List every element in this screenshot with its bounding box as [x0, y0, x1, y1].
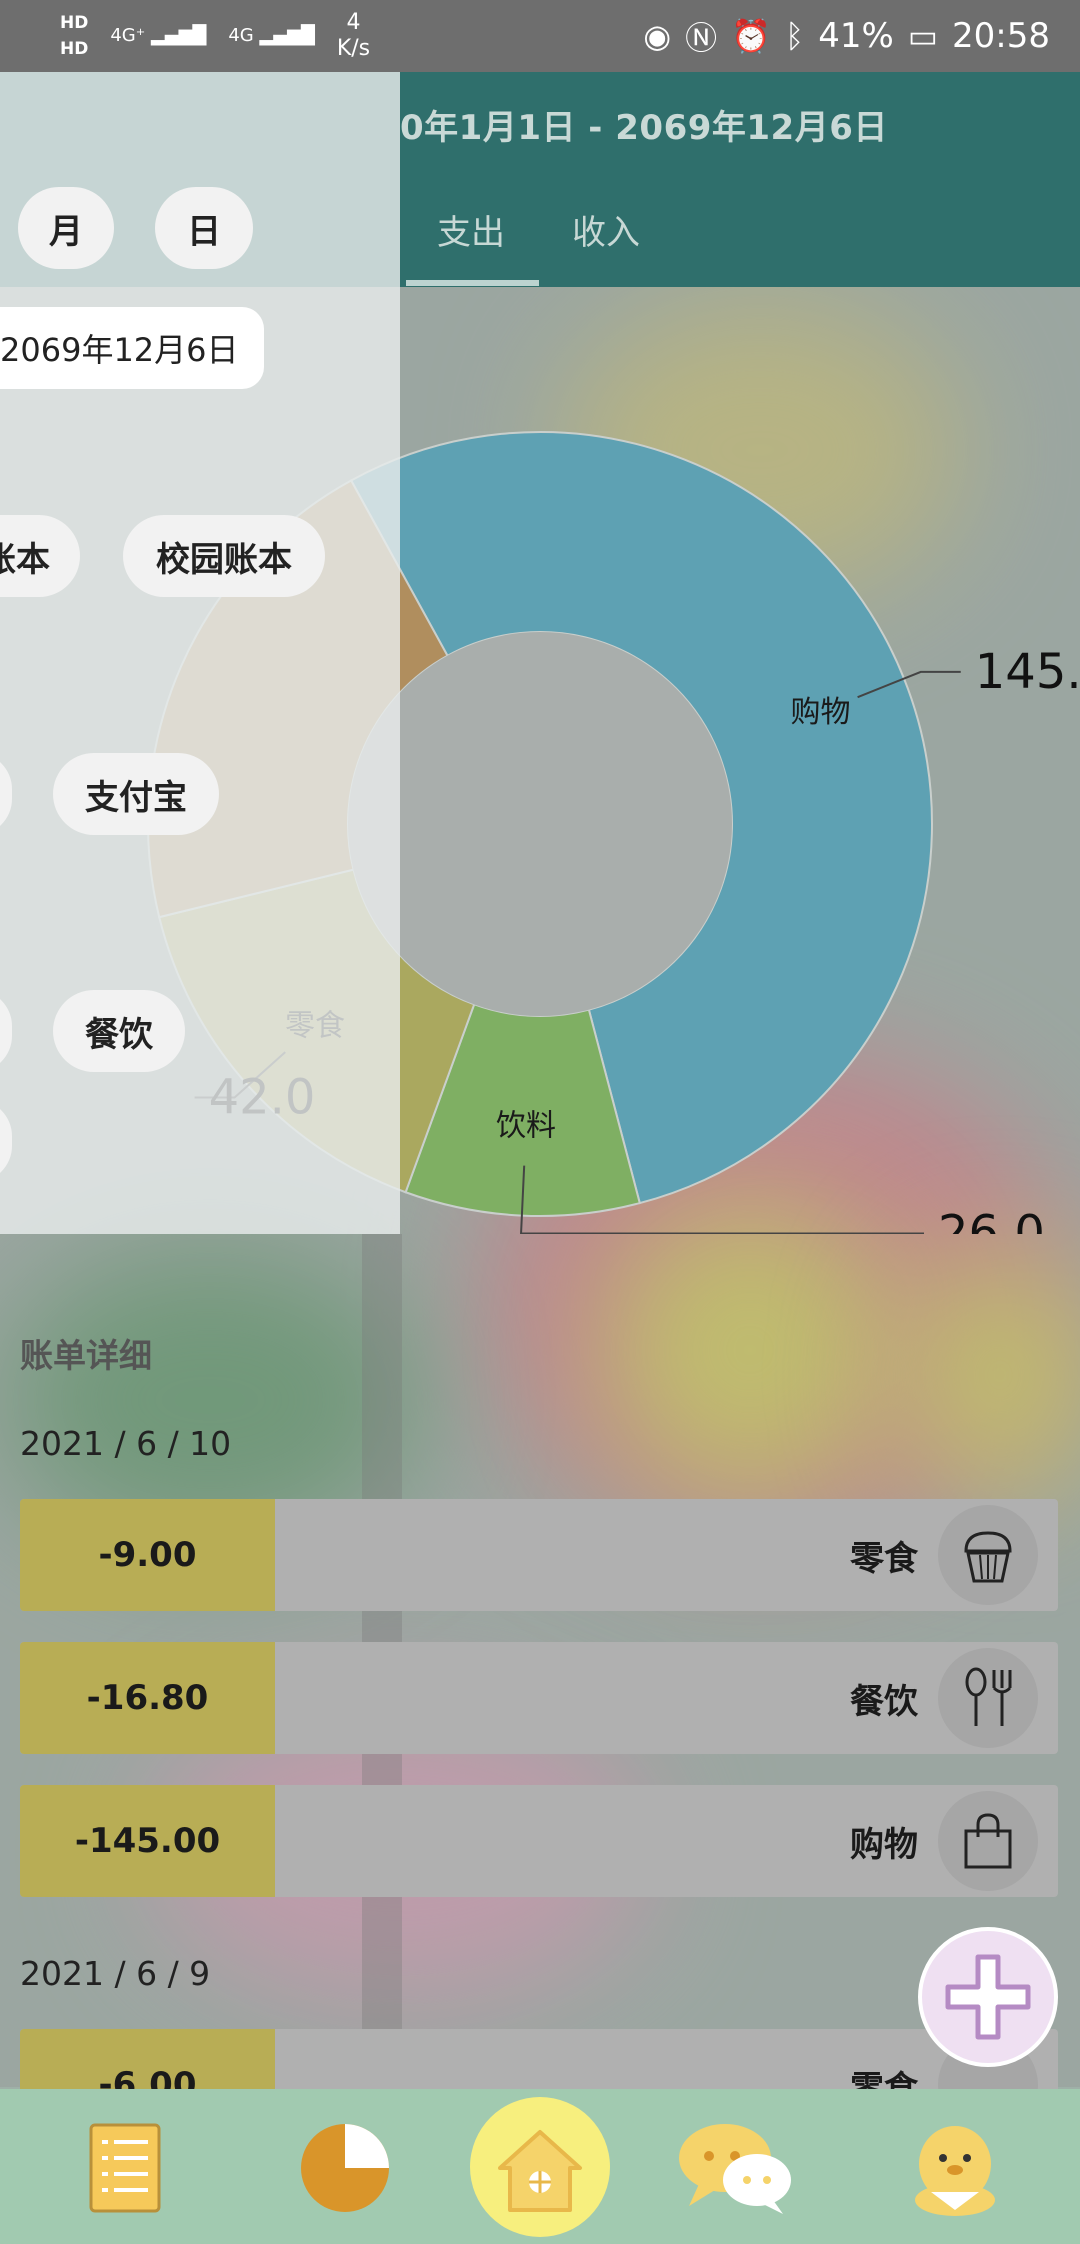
network-speed: 4 K/s	[337, 10, 370, 62]
tab-active-indicator	[406, 280, 539, 286]
nav-home[interactable]	[490, 2120, 590, 2220]
bill-amount: -9.00	[20, 1499, 275, 1611]
slice-label: 购物	[790, 695, 850, 730]
filter-drawer: 月 日 2069年12月6日 账本 校园账本 支付宝 餐饮	[0, 72, 400, 1234]
category-chip-dining[interactable]: 餐饮	[53, 990, 185, 1072]
shopping-bag-icon	[938, 1791, 1038, 1891]
period-chip-month[interactable]: 月	[18, 187, 114, 269]
account-chip-partial[interactable]	[0, 753, 12, 835]
period-chip-day[interactable]: 日	[155, 187, 253, 269]
bill-amount: -16.80	[20, 1642, 275, 1754]
donut-hole	[348, 632, 732, 1016]
utensils-icon	[938, 1648, 1038, 1748]
book-chip-default[interactable]: 账本	[0, 515, 80, 597]
battery-percent: 41%	[818, 16, 894, 56]
nav-chat[interactable]	[672, 2115, 797, 2220]
speed-unit: K/s	[336, 36, 371, 61]
bill-category: 购物	[850, 1824, 918, 1865]
status-right: ◉ Ⓝ ⏰ ᛒ 41% ▭ 20:58	[643, 13, 1050, 59]
hd-icon: HD	[60, 39, 89, 59]
hd-icon: HD	[60, 13, 89, 33]
value-label: 26.0	[938, 1206, 1045, 1234]
end-date-field[interactable]: 2069年12月6日	[0, 307, 264, 389]
alarm-icon: ⏰	[731, 17, 771, 55]
signal-icon: 4G ▂▄▆█	[228, 25, 315, 46]
category-chip-partial[interactable]	[0, 990, 12, 1072]
bill-list-title: 账单详细	[20, 1336, 152, 1375]
slice-label: 饮料	[496, 1109, 556, 1144]
bill-category: 餐饮	[850, 1681, 918, 1722]
bluetooth-icon: ᛒ	[785, 17, 805, 55]
battery-icon: ▭	[907, 17, 939, 55]
status-bar: HD HD 4G⁺ ▂▄▆█ 4G ▂▄▆█ 4 K/s ◉ Ⓝ ⏰ ᛒ 41%…	[0, 0, 1080, 72]
list-icon	[89, 2123, 161, 2212]
cupcake-icon	[938, 1505, 1038, 1605]
status-left: HD HD 4G⁺ ▂▄▆█ 4G ▂▄▆█ 4 K/s	[60, 10, 370, 62]
category-chip-partial[interactable]	[0, 1100, 12, 1182]
bill-row[interactable]: -145.00 购物	[20, 1785, 1058, 1897]
bill-date: 2021 / 6 / 10	[20, 1424, 232, 1463]
nfc-icon: Ⓝ	[685, 19, 718, 57]
bill-amount: -145.00	[20, 1785, 275, 1897]
add-bill-button[interactable]	[918, 1927, 1058, 2067]
clock: 20:58	[952, 16, 1050, 56]
nav-profile[interactable]	[905, 2115, 1005, 2220]
pie-chart-icon	[301, 2123, 389, 2212]
nav-list[interactable]	[75, 2115, 175, 2220]
mascot-icon	[915, 2125, 995, 2216]
bill-row[interactable]: -16.80 餐饮	[20, 1642, 1058, 1754]
account-chip-alipay[interactable]: 支付宝	[53, 753, 219, 835]
plus-icon	[945, 1954, 1031, 2040]
bill-list: 账单详细 2021 / 6 / 10 -9.00 零食 -16.80 餐饮 -1…	[0, 1234, 1080, 2141]
bill-row[interactable]: -9.00 零食	[20, 1499, 1058, 1611]
date-range[interactable]: 0年1月1日 - 2069年12月6日	[400, 100, 888, 149]
eye-icon: ◉	[643, 17, 672, 55]
book-chip-campus[interactable]: 校园账本	[123, 515, 325, 597]
bill-date: 2021 / 6 / 9	[20, 1954, 211, 1993]
home-icon	[498, 2130, 582, 2212]
tab-income[interactable]: 收入	[572, 205, 640, 254]
value-label: 145.0	[975, 644, 1080, 700]
speed-value: 4	[346, 10, 361, 35]
signal-icon: 4G⁺ ▂▄▆█	[110, 25, 207, 46]
nav-statistics[interactable]	[295, 2115, 395, 2220]
hd-indicators: HD HD	[60, 14, 88, 58]
bill-category: 零食	[850, 1538, 918, 1579]
tab-expense[interactable]: 支出	[437, 205, 505, 254]
chat-icon	[678, 2123, 791, 2214]
